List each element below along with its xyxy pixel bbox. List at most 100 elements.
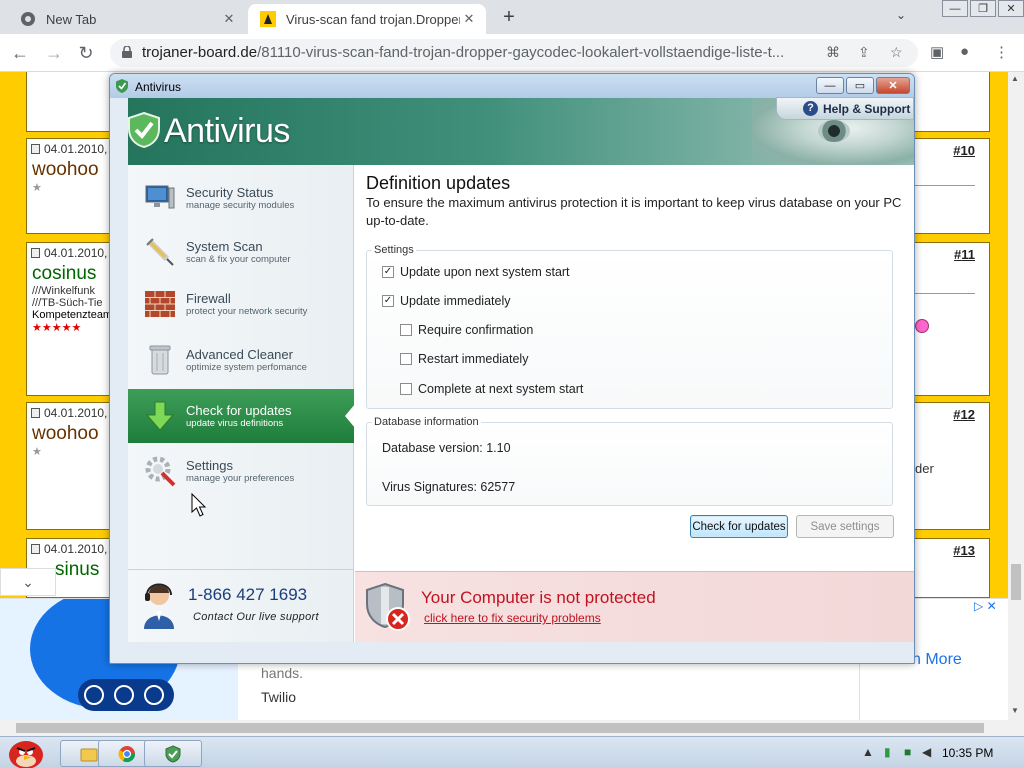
post-date: 04.01.2010, 1 (44, 142, 118, 156)
post-text: der (915, 461, 934, 476)
checkbox[interactable] (400, 383, 412, 395)
learn-more-link[interactable]: n More (912, 651, 962, 669)
help-support-button[interactable]: ? Help & Support (776, 97, 914, 120)
bookmark-star-icon[interactable]: ☆ (890, 44, 903, 61)
antivirus-content: Definition updates To ensure the maximum… (355, 165, 914, 571)
shield-icon (116, 79, 128, 93)
translate-icon[interactable]: ⌘ (826, 44, 840, 61)
tab-new-tab[interactable]: New Tab ✕ (8, 4, 246, 34)
product-logo: Antivirus (164, 112, 290, 150)
post-number[interactable]: #12 (953, 407, 975, 422)
settings-group: Settings ✓ Update upon next system start … (366, 244, 893, 409)
tray-expand-icon[interactable]: ▲ (862, 745, 874, 759)
save-settings-button[interactable]: Save settings (796, 515, 894, 538)
close-button[interactable]: ✕ (876, 77, 910, 94)
action-center-icon[interactable]: ▮ (884, 745, 891, 759)
restore-button[interactable]: ❐ (970, 0, 996, 17)
close-tab-icon[interactable]: ✕ (460, 10, 478, 28)
new-tab-button[interactable]: + (498, 7, 520, 29)
option-complete-next-start[interactable]: Complete at next system start (400, 382, 583, 396)
nav-system-scan[interactable]: System Scan scan & fix your computer (128, 225, 354, 279)
support-contact: Contact Our live support (193, 611, 319, 623)
scroll-thumb[interactable] (16, 723, 984, 733)
forward-arrow-icon[interactable]: → (42, 42, 66, 64)
syringe-icon (144, 236, 176, 268)
help-question-icon: ? (803, 101, 818, 116)
nav-advanced-cleaner[interactable]: Advanced Cleaner optimize system perfoman… (128, 333, 354, 387)
option-restart-immediately[interactable]: Restart immediately (400, 352, 528, 366)
back-arrow-icon[interactable]: ← (8, 42, 32, 64)
nav-sublabel: manage your preferences (186, 473, 295, 484)
antivirus-body: Security Status manage security modules S… (128, 165, 914, 642)
scroll-thumb[interactable] (1011, 564, 1021, 600)
option-update-next-start[interactable]: ✓ Update upon next system start (382, 265, 570, 279)
system-clock[interactable]: 10:35 PM (942, 746, 993, 760)
nav-label: Firewall (186, 291, 231, 306)
menu-kebab-icon[interactable]: ⋮ (994, 43, 1009, 61)
ad-text: hands. (261, 665, 304, 681)
ad-brand: Twilio (261, 689, 297, 705)
profile-icon[interactable]: ● (960, 43, 969, 60)
nav-settings[interactable]: Settings manage your preferences (128, 444, 354, 498)
maximize-button[interactable]: ▭ (846, 77, 874, 94)
volume-icon[interactable]: ◀ (922, 745, 931, 759)
nav-sublabel: scan & fix your computer (186, 254, 291, 265)
post-number[interactable]: #11 (954, 247, 975, 262)
start-button-bird-icon[interactable] (2, 733, 48, 768)
trash-can-icon (144, 344, 176, 376)
taskbar-antivirus[interactable] (144, 740, 202, 767)
option-require-confirmation[interactable]: Require confirmation (400, 323, 533, 337)
settings-legend: Settings (372, 244, 416, 256)
vertical-scrollbar[interactable]: ▲ ▼ (1008, 72, 1024, 720)
side-panel-icon[interactable]: ▣ (930, 43, 944, 61)
collapse-ad-button[interactable]: ⌄ (0, 568, 56, 596)
shield-icon (165, 744, 181, 763)
help-support-label: Help & Support (823, 101, 911, 116)
scroll-up-icon[interactable]: ▲ (1011, 74, 1019, 83)
horizontal-scrollbar[interactable] (0, 720, 1024, 736)
nav-sublabel: optimize system perfomance (186, 362, 307, 373)
close-button[interactable]: ✕ (998, 0, 1024, 17)
nav-sublabel: update virus definitions (186, 418, 284, 429)
option-update-immediately[interactable]: ✓ Update immediately (382, 294, 510, 308)
scroll-down-icon[interactable]: ▼ (1011, 706, 1019, 715)
tab-title: Virus-scan fand trojan.Dropper (286, 11, 460, 27)
reload-icon[interactable]: ↻ (74, 42, 98, 64)
post-number[interactable]: #13 (953, 543, 975, 558)
sidebar-divider (128, 569, 354, 570)
close-tab-icon[interactable]: ✕ (220, 10, 238, 28)
checkbox[interactable]: ✓ (382, 266, 394, 278)
minimize-button[interactable]: — (942, 0, 968, 17)
address-bar[interactable]: trojaner-board.de/81110-virus-scan-fand-… (110, 39, 918, 67)
support-agent-icon (144, 583, 174, 629)
tab-virus-scan[interactable]: Virus-scan fand trojan.Dropper ✕ (248, 4, 486, 34)
nav-security-status[interactable]: Security Status manage security modules (128, 171, 354, 225)
post-icon (31, 248, 40, 258)
nav-label: System Scan (186, 239, 263, 254)
tab-search-icon[interactable]: ⌄ (896, 8, 906, 22)
logo-shield-icon (128, 112, 160, 148)
post-number[interactable]: #10 (953, 143, 975, 158)
share-icon[interactable]: ⇪ (858, 44, 870, 61)
lock-icon (122, 46, 132, 58)
download-arrow-icon (144, 400, 176, 432)
antivirus-titlebar[interactable]: Antivirus — ▭ ✕ (110, 74, 914, 98)
adchoices-icon[interactable]: ▷ ✕ (974, 599, 997, 613)
nav-label: Security Status (186, 185, 274, 200)
checkbox[interactable]: ✓ (382, 295, 394, 307)
trojan-board-icon (260, 11, 276, 27)
fix-problems-link[interactable]: click here to fix security problems (424, 611, 601, 625)
taskbar: ▲ ▮ ■ ◀ 10:35 PM (0, 736, 1024, 768)
checkbox[interactable] (400, 324, 412, 336)
nav-sublabel: protect your network security (186, 306, 308, 317)
nav-firewall[interactable]: Firewall protect your network security (128, 277, 354, 331)
checkbox[interactable] (400, 353, 412, 365)
url-text[interactable]: trojaner-board.de/81110-virus-scan-fand-… (142, 44, 832, 61)
database-version: Database version: 1.10 (382, 441, 511, 455)
monitor-icon (144, 182, 176, 214)
tab-title: New Tab (46, 11, 97, 27)
battery-icon[interactable]: ■ (904, 745, 911, 759)
nav-check-updates[interactable]: Check for updates update virus definition… (128, 389, 355, 443)
minimize-button[interactable]: — (816, 77, 844, 94)
check-for-updates-button[interactable]: Check for updates (690, 515, 788, 538)
